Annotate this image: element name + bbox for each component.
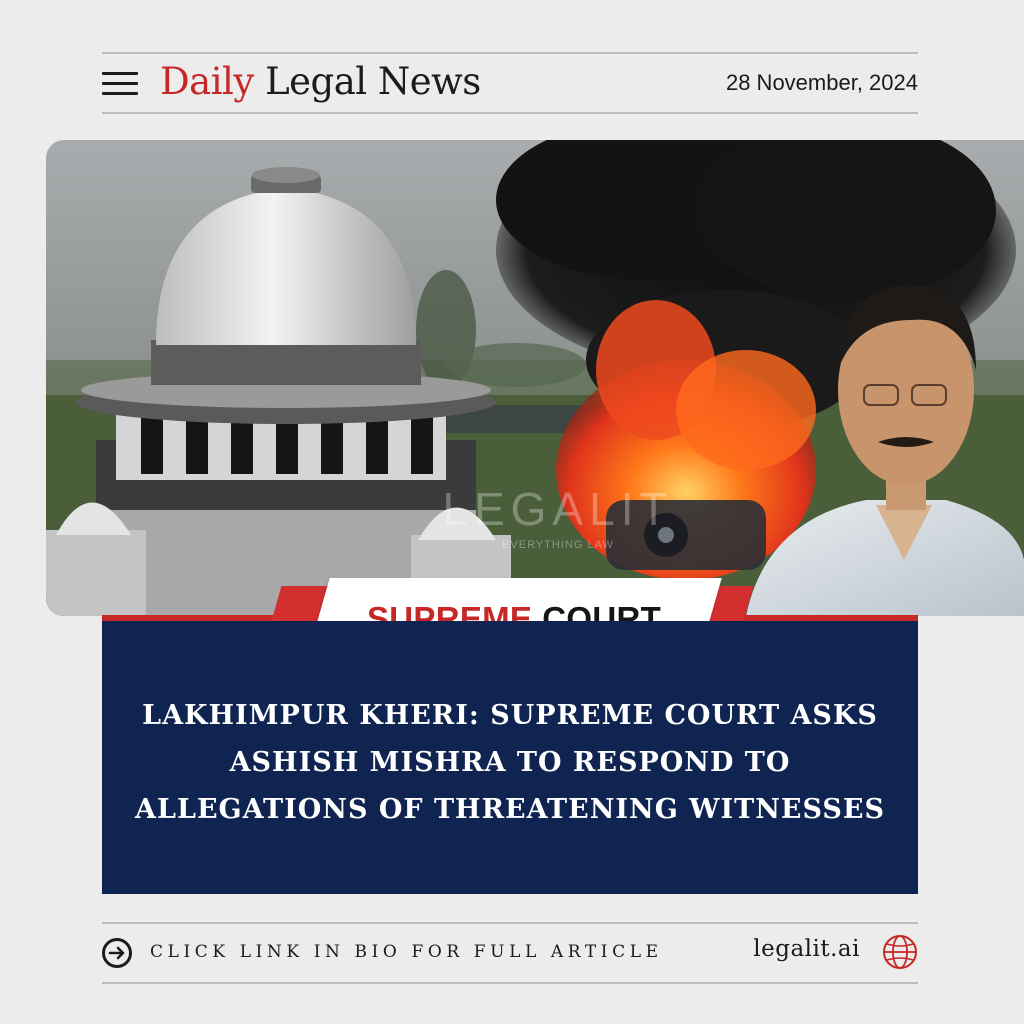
cta-link[interactable]: CLICK LINK IN BIO FOR FULL ARTICLE [150, 942, 663, 962]
globe-icon[interactable] [882, 934, 918, 970]
brand-title-accent: Daily [160, 60, 254, 103]
headline-line: LAKHIMPUR KHERI: SUPREME COURT ASKS [142, 700, 878, 731]
brand-title-rest: Legal News [265, 60, 481, 103]
headline-line: ASHISH MISHRA TO RESPOND TO [229, 747, 791, 778]
watermark-main: LEGALIT [442, 483, 673, 535]
header-divider [102, 112, 918, 114]
publish-date: 28 November, 2024 [725, 70, 918, 95]
website-link[interactable]: legalit.ai [753, 936, 860, 962]
headline-box: LAKHIMPUR KHERI: SUPREME COURT ASKS ASHI… [102, 621, 918, 894]
arrow-right-circle-icon[interactable] [102, 938, 132, 968]
footer-bottom-divider [102, 982, 918, 984]
watermark-sub: EVERYTHING LAW [502, 539, 614, 551]
brand-title: Daily Legal News [160, 60, 481, 103]
headline: LAKHIMPUR KHERI: SUPREME COURT ASKS ASHI… [135, 692, 885, 833]
header: Daily Legal News 28 November, 2024 [102, 54, 918, 112]
hamburger-menu-icon[interactable] [102, 72, 138, 96]
hero-image: LEGALIT EVERYTHING LAW [46, 140, 1024, 616]
footer: CLICK LINK IN BIO FOR FULL ARTICLE legal… [102, 924, 918, 980]
headline-line: ALLEGATIONS OF THREATENING WITNESSES [135, 794, 885, 825]
hero-illustration: LEGALIT EVERYTHING LAW [46, 140, 1024, 616]
